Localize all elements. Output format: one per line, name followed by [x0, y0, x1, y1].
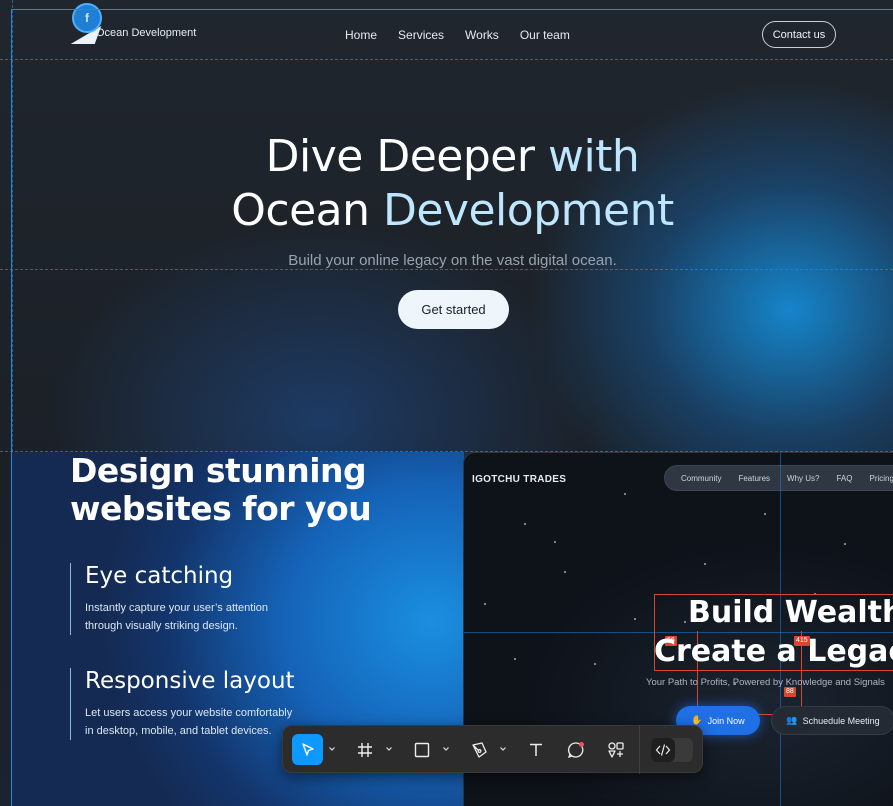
site-nav: Home Services Works Our team	[345, 28, 570, 42]
pen-icon	[471, 741, 487, 758]
nav-item-our-team[interactable]: Our team	[520, 28, 570, 42]
preview-headline: Build Wealth Create a Legacy	[654, 593, 893, 671]
hero-title-part: Ocean	[231, 185, 383, 236]
join-now-label: Join Now	[707, 715, 745, 726]
preview-nav-item[interactable]: Features	[738, 474, 770, 483]
preview-nav-item[interactable]: Community	[681, 474, 721, 483]
text-tool-button[interactable]	[520, 734, 551, 765]
chevron-down-icon[interactable]	[499, 745, 507, 753]
hero-title: Dive Deeper with Ocean Development	[0, 130, 893, 238]
section-title: Design stunning websites for you	[70, 451, 372, 528]
shapes-plus-icon	[607, 741, 624, 758]
feature-description: Instantly capture your user’s attention …	[85, 599, 268, 635]
shape-tool-button[interactable]	[406, 734, 437, 765]
logo-text: Ocean Development	[96, 27, 197, 39]
chevron-down-icon[interactable]	[385, 745, 393, 753]
cursor-icon	[301, 742, 314, 756]
nav-item-works[interactable]: Works	[465, 28, 499, 42]
preview-headline-line: Build Wealth	[688, 595, 893, 630]
frame-icon	[357, 742, 372, 757]
text-icon	[529, 743, 542, 756]
feature-description-line: Let users access your website comfortabl…	[85, 707, 293, 719]
toolbar-divider	[639, 726, 640, 774]
comment-icon	[567, 741, 584, 758]
feature-responsive-layout: Responsive layout Let users access your …	[70, 668, 295, 740]
get-started-button[interactable]: Get started	[398, 290, 509, 329]
pen-tool-button[interactable]	[463, 734, 494, 765]
preview-nav-item[interactable]: Pricing	[870, 474, 893, 483]
group-icon: 👥	[786, 715, 798, 725]
frame-tool-button[interactable]	[349, 734, 380, 765]
move-tool-button[interactable]	[292, 734, 323, 765]
design-toolbar	[282, 725, 703, 774]
layout-guide	[0, 59, 893, 60]
code-icon	[655, 744, 671, 756]
preview-brand: IGOTCHU TRADES	[472, 474, 567, 485]
feature-description-line: in desktop, mobile, and tablet devices.	[85, 725, 272, 737]
feature-title: Eye catching	[85, 563, 234, 589]
hero-title-highlight: Development	[383, 185, 674, 236]
contact-button[interactable]: Contact us	[762, 21, 836, 48]
nav-item-home[interactable]: Home	[345, 28, 377, 42]
section-title-line: websites for you	[70, 489, 372, 528]
feature-eye-catching: Eye catching Instantly capture your user…	[70, 563, 268, 635]
layout-guide	[0, 269, 893, 270]
preview-nav-item[interactable]: FAQ	[836, 474, 852, 483]
feature-description: Let users access your website comfortabl…	[85, 704, 295, 740]
chevron-down-icon[interactable]	[442, 745, 450, 753]
section-title-line: Design stunning	[70, 451, 367, 490]
feature-description-line: through visually striking design.	[85, 620, 238, 632]
feature-description-line: Instantly capture your user’s attention	[85, 602, 269, 614]
hero-title-part: Dive Deeper	[265, 131, 548, 182]
schedule-meeting-label: Schuedule Meeting	[802, 715, 880, 726]
rectangle-icon	[414, 742, 429, 757]
dev-mode-knob	[651, 738, 675, 762]
preview-nav: Community Features Why Us? FAQ Pricing	[664, 465, 893, 491]
chevron-down-icon[interactable]	[328, 745, 336, 753]
actions-tool-button[interactable]	[600, 734, 631, 765]
schedule-meeting-button[interactable]: 👥 Schuedule Meeting	[771, 706, 893, 735]
measurement-tag: 88	[784, 687, 796, 697]
preview-nav-item[interactable]: Why Us?	[787, 474, 819, 483]
feature-title: Responsive layout	[85, 668, 295, 694]
nav-item-services[interactable]: Services	[398, 28, 444, 42]
preview-subtitle: Your Path to Profits, Powered by Knowled…	[646, 677, 885, 688]
dev-mode-toggle[interactable]	[651, 738, 693, 762]
hero-subtitle: Build your online legacy on the vast dig…	[288, 252, 617, 269]
preview-headline-line: Create a Legacy	[654, 634, 893, 669]
comment-tool-button[interactable]	[560, 734, 591, 765]
hero-title-highlight: with	[547, 131, 640, 182]
